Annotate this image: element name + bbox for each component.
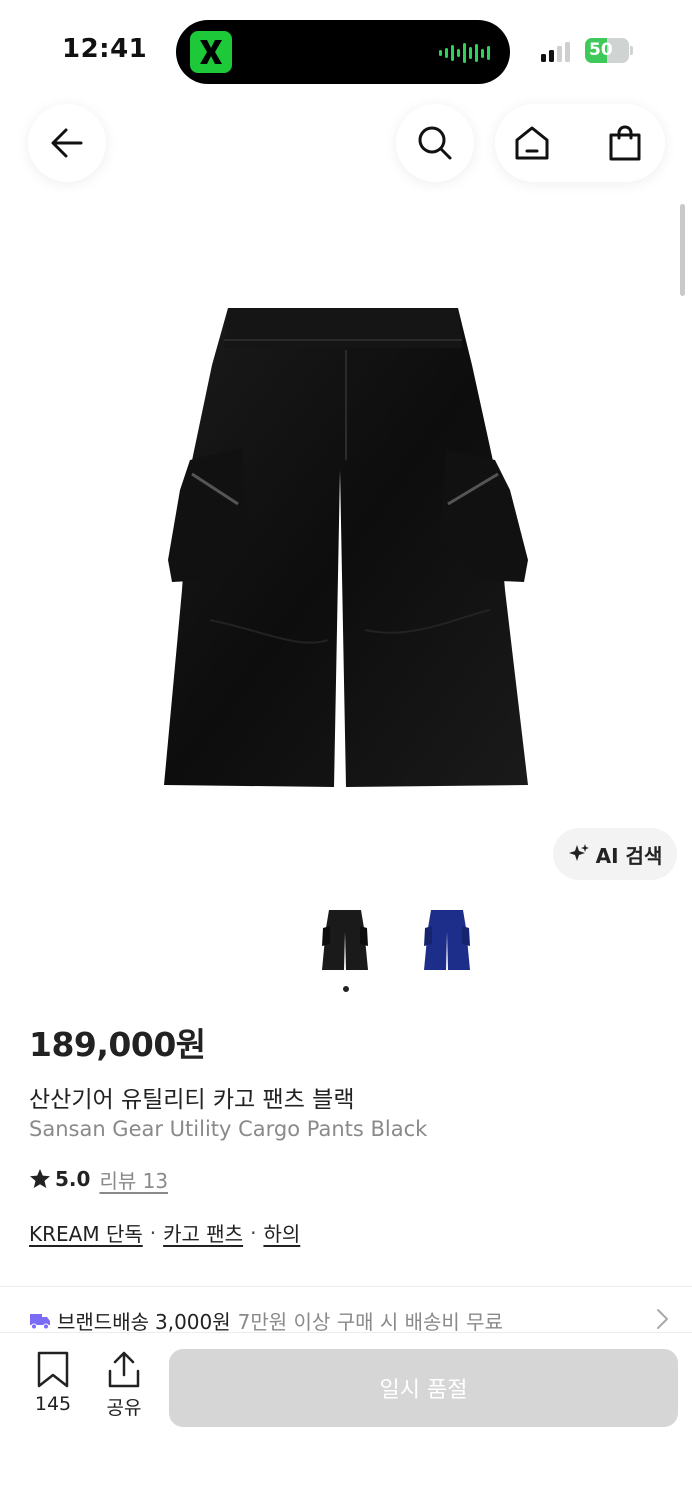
chevron-right-icon: [657, 1309, 668, 1329]
ai-search-label: AI 검색: [595, 843, 663, 868]
status-time: 12:41: [62, 34, 148, 64]
nav-pill-group: [495, 104, 665, 182]
rating-score: 5.0: [55, 1167, 91, 1191]
delivery-label: 브랜드배송: [57, 1310, 149, 1334]
search-button[interactable]: [396, 104, 474, 182]
carousel-indicator-dot: [343, 986, 349, 992]
home-button[interactable]: [510, 121, 554, 165]
product-main-image[interactable]: [150, 290, 542, 800]
home-icon: [515, 126, 549, 160]
category-separator: ·: [250, 1220, 257, 1245]
scroll-indicator[interactable]: [680, 204, 685, 296]
app-logo-icon: [190, 31, 232, 73]
battery-tip: [630, 46, 633, 55]
bottom-action-bar: 145 공유 일시 품절: [0, 1332, 692, 1500]
bookmark-icon: [37, 1351, 69, 1388]
truck-icon: [30, 1313, 50, 1329]
shopping-bag-button[interactable]: [603, 121, 647, 165]
category-breadcrumb: KREAM 단독 · 카고 팬츠 · 하의: [29, 1218, 300, 1247]
battery-icon: 50: [585, 38, 629, 63]
rating-row: 5.0 리뷰 13: [29, 1164, 168, 1194]
thumbnail-navy[interactable]: [412, 900, 482, 980]
sparkle-icon: [568, 844, 589, 861]
category-link-cargo-pants[interactable]: 카고 팬츠: [163, 1218, 243, 1247]
category-link-exclusive[interactable]: KREAM 단독: [29, 1218, 143, 1247]
search-icon: [418, 126, 452, 160]
share-icon: [108, 1351, 140, 1388]
share-label: 공유: [106, 1397, 142, 1419]
battery-percent: 50: [589, 40, 613, 60]
cellular-signal-icon: [541, 40, 570, 62]
shopping-bag-icon: [609, 125, 641, 161]
delivery-note: 7만원 이상 구매 시 배송비 무료: [237, 1310, 503, 1334]
delivery-info-row[interactable]: 브랜드배송 3,000원 7만원 이상 구매 시 배송비 무료: [29, 1306, 669, 1335]
thumbnail-list: [310, 900, 482, 980]
thumbnail-black[interactable]: [310, 900, 380, 980]
bookmark-button[interactable]: 145: [22, 1351, 84, 1425]
arrow-left-icon: [51, 128, 83, 158]
product-price: 189,000원: [29, 1025, 206, 1064]
delivery-fee: 3,000원: [155, 1310, 231, 1334]
sold-out-button[interactable]: 일시 품절: [169, 1349, 678, 1427]
review-link[interactable]: 리뷰 13: [99, 1165, 168, 1194]
product-name-ko: 산산기어 유틸리티 카고 팬츠 블랙: [29, 1087, 355, 1113]
section-divider: [0, 1286, 692, 1287]
product-name-en: Sansan Gear Utility Cargo Pants Black: [29, 1117, 428, 1141]
bookmark-count: 145: [34, 1393, 72, 1415]
ai-search-button[interactable]: AI 검색: [553, 828, 677, 880]
back-button[interactable]: [28, 104, 106, 182]
category-link-bottoms[interactable]: 하의: [263, 1218, 300, 1247]
audio-wave-icon: [439, 42, 490, 64]
category-separator: ·: [149, 1220, 157, 1245]
share-button[interactable]: 공유: [93, 1351, 155, 1425]
star-icon: [30, 1169, 50, 1188]
dynamic-island[interactable]: [176, 20, 510, 84]
